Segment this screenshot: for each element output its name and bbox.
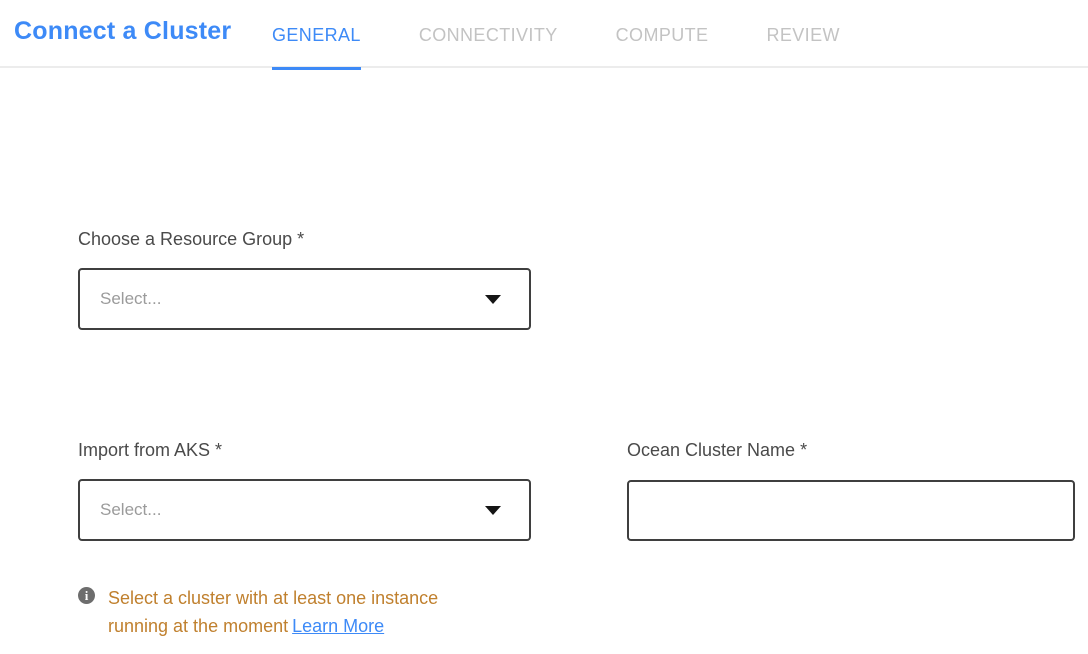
chevron-down-icon: [485, 295, 501, 304]
wizard-header: Connect a Cluster GENERAL CONNECTIVITY C…: [0, 0, 1088, 68]
tab-compute-label: COMPUTE: [616, 25, 709, 46]
tab-compute[interactable]: COMPUTE: [616, 0, 709, 68]
cluster-instance-note: i Select a cluster with at least one ins…: [78, 584, 480, 640]
chevron-down-icon: [485, 506, 501, 515]
ocean-cluster-name-input[interactable]: [627, 480, 1075, 541]
import-aks-select[interactable]: Select...: [78, 479, 531, 541]
import-aks-placeholder: Select...: [100, 500, 161, 520]
tab-connectivity-label: CONNECTIVITY: [419, 25, 558, 46]
wizard-step-tabs: GENERAL CONNECTIVITY COMPUTE REVIEW: [272, 0, 840, 68]
tab-general[interactable]: GENERAL: [272, 0, 361, 68]
tab-connectivity[interactable]: CONNECTIVITY: [419, 0, 558, 68]
note-text: Select a cluster with at least one insta…: [108, 584, 480, 640]
tab-general-label: GENERAL: [272, 25, 361, 46]
resource-group-placeholder: Select...: [100, 289, 161, 309]
tab-review[interactable]: REVIEW: [766, 0, 839, 68]
ocean-cluster-name-label: Ocean Cluster Name *: [627, 440, 807, 461]
learn-more-link[interactable]: Learn More: [292, 616, 384, 636]
import-aks-label: Import from AKS *: [78, 440, 222, 461]
resource-group-label: Choose a Resource Group *: [78, 229, 304, 250]
page-title: Connect a Cluster: [14, 17, 231, 46]
info-circle-icon: i: [78, 587, 95, 604]
note-message: Select a cluster with at least one insta…: [108, 588, 438, 636]
resource-group-select[interactable]: Select...: [78, 268, 531, 330]
tab-review-label: REVIEW: [766, 25, 839, 46]
